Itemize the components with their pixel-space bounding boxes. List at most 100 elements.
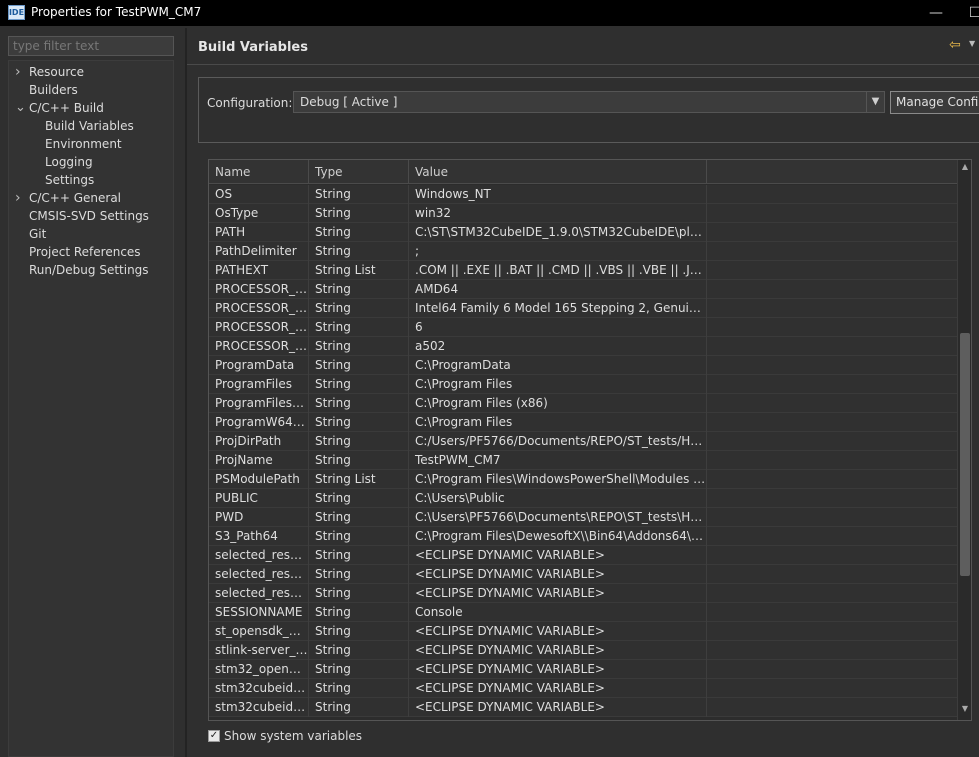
table-row[interactable]: ProgramFiles String C:\Program Files [209,375,957,394]
chevron-right-icon[interactable]: › [15,63,25,81]
variable-value-cell: C:\ProgramData [409,356,707,375]
back-arrow-icon[interactable]: ⇦ [949,37,961,53]
table-row[interactable]: ProjName String TestPWM_CM7 [209,451,957,470]
minimize-icon[interactable]: — [916,0,956,26]
variable-value-cell: .COM || .EXE || .BAT || .CMD || .VBS || … [409,261,707,280]
table-body: OS String Windows_NT OsType String win32 PATH S… [209,185,957,720]
table-row[interactable]: PROCESSOR_IDENTIFIERStringIntel64 Family… [209,299,957,318]
tree-item-resource[interactable]: Resource [29,63,84,81]
variable-name-cell: PROCESSOR_IDENTIFIER [209,299,309,318]
column-header-name[interactable]: Name [209,160,309,184]
show-system-variables-label[interactable]: Show system variables [224,729,362,743]
scroll-down-icon[interactable]: ▼ [958,704,971,716]
variable-type-cell: String [309,489,409,508]
manage-configurations-button[interactable]: Manage Configurations... [890,91,979,114]
table-row[interactable]: ProgramData String C:\ProgramData [209,356,957,375]
variable-value-cell: C:\Program Files\WindowsPowerShell\Modul… [409,470,707,489]
variable-value-cell: AMD64 [409,280,707,299]
variable-type-cell: String [309,299,409,318]
variable-name-cell: ProgramFiles [209,375,309,394]
table-row[interactable]: OsType String win32 [209,204,957,223]
table-row[interactable]: PATHEXT String List .COM || .EXE || .BAT |… [209,261,957,280]
variable-value-cell: <ECLIPSE DYNAMIC VARIABLE> [409,546,707,565]
table-row[interactable]: ProgramFiles(x86)StringC:\Program Files … [209,394,957,413]
table-row[interactable]: stm32_openocd_pathString<ECLIPSE DYNAMIC… [209,660,957,679]
table-row[interactable]: PWD String C:\Users\PF5766\Documents\REPO\… [209,508,957,527]
variable-name-cell: ProjDirPath [209,432,309,451]
variable-value-cell: <ECLIPSE DYNAMIC VARIABLE> [409,641,707,660]
column-header-type[interactable]: Type [309,160,409,184]
tree-item-build-variables[interactable]: Build Variables [45,117,134,135]
variable-value-cell: C:\Program Files [409,413,707,432]
variable-value-cell: 6 [409,318,707,337]
table-row[interactable]: PROCESSOR_LEVELString6 [209,318,957,337]
table-row[interactable]: PROCESSOR_ARCHITECTUREStringAMD64 [209,280,957,299]
variable-type-cell: String [309,584,409,603]
maximize-icon[interactable]: ☐ [955,0,979,26]
variable-value-cell: <ECLIPSE DYNAMIC VARIABLE> [409,584,707,603]
table-row[interactable]: PROCESSOR_REVISIONStringa502 [209,337,957,356]
table-row[interactable]: selected_resource_locString<ECLIPSE DYNA… [209,546,957,565]
show-system-variables-option[interactable]: ✓ Show system variables [208,728,362,744]
tree-item-project-references[interactable]: Project References [29,243,141,261]
table-row[interactable]: selected_resource_nameString<ECLIPSE DYN… [209,565,957,584]
variable-type-cell: String [309,565,409,584]
variable-type-cell: String [309,622,409,641]
tree-item-logging[interactable]: Logging [45,153,93,171]
variable-name-cell: SESSIONNAME [209,603,309,622]
variable-name-cell: selected_resource_loc [209,546,309,565]
scrollbar-thumb[interactable] [960,333,970,576]
variable-type-cell: String [309,280,409,299]
table-row[interactable]: PSModulePath String List C:\Program Files\… [209,470,957,489]
tree-item-c-c-general[interactable]: C/C++ General [29,189,121,207]
variable-name-cell: stm32cubeide_fw_path [209,679,309,698]
tree-item-run-debug-settings[interactable]: Run/Debug Settings [29,261,149,279]
variable-name-cell: PUBLIC [209,489,309,508]
variable-value-cell: C:\Users\PF5766\Documents\REPO\ST_tests\… [409,508,707,527]
variable-name-cell: S3_Path64 [209,527,309,546]
variable-value-cell: <ECLIPSE DYNAMIC VARIABLE> [409,565,707,584]
chevron-down-icon[interactable]: ▼ [969,39,975,48]
variable-value-cell: Windows_NT [409,185,707,204]
table-row[interactable]: selected_resource_pathString<ECLIPSE DYN… [209,584,957,603]
table-row[interactable]: PathDelimiter String; [209,242,957,261]
table-row[interactable]: OS String Windows_NT [209,185,957,204]
tree-item-c-c-build[interactable]: C/C++ Build [29,99,104,117]
column-header-value[interactable]: Value [409,160,707,184]
table-row[interactable]: stm32cubeide_fw_pathString<ECLIPSE DYNAM… [209,679,957,698]
table-row[interactable]: S3_Path64 String C:\Program Files\Dewesoft… [209,527,957,546]
variable-type-cell: String List [309,261,409,280]
table-row[interactable]: PUBLIC String C:\Users\Public [209,489,957,508]
table-row[interactable]: ProjDirPath String C:/Users/PF5766/Documen… [209,432,957,451]
variable-name-cell: stm32cubeide_plugins_path [209,698,309,717]
variable-value-cell: <ECLIPSE DYNAMIC VARIABLE> [409,622,707,641]
variable-name-cell: ProgramFiles(x86) [209,394,309,413]
table-row[interactable]: ProgramW6432 String C:\Program Files [209,413,957,432]
tree-item-git[interactable]: Git [29,225,46,243]
table-vertical-scrollbar[interactable]: ▲ ▼ [957,160,971,720]
table-row[interactable]: stlink-server_pathString<ECLIPSE DYNAMIC… [209,641,957,660]
tree-item-cmsis-svd-settings[interactable]: CMSIS-SVD Settings [29,207,149,225]
show-system-variables-checkbox[interactable]: ✓ [208,730,220,742]
chevron-down-icon[interactable]: ⌄ [15,99,26,117]
configuration-select[interactable]: Debug [ Active ] ▼ [293,91,885,113]
filter-input[interactable] [8,36,174,56]
table-row[interactable]: st_opensdk_path String <ECLIPSE DYNAMIC VA… [209,622,957,641]
variable-value-cell: C:\Program Files\DewesoftX\\Bin64\Addons… [409,527,707,546]
variable-value-cell: <ECLIPSE DYNAMIC VARIABLE> [409,660,707,679]
variable-type-cell: String [309,508,409,527]
tree-item-settings[interactable]: Settings [45,171,94,189]
variable-type-cell: String [309,641,409,660]
chevron-right-icon[interactable]: › [15,189,25,207]
tree-item-environment[interactable]: Environment [45,135,122,153]
scroll-up-icon[interactable]: ▲ [958,162,971,174]
variable-name-cell: PROCESSOR_REVISION [209,337,309,356]
table-row[interactable]: PATH String C:\ST\STM32CubeIDE_1.9.0\STM32… [209,223,957,242]
chevron-down-icon[interactable]: ▼ [866,92,884,112]
variable-value-cell: a502 [409,337,707,356]
tree-item-builders[interactable]: Builders [29,81,78,99]
variable-type-cell: String [309,185,409,204]
table-row[interactable]: stm32cubeide_plugins_pathString<ECLIPSE … [209,698,957,717]
table-row[interactable]: SESSIONNAME String Console [209,603,957,622]
variable-type-cell: String [309,242,409,261]
